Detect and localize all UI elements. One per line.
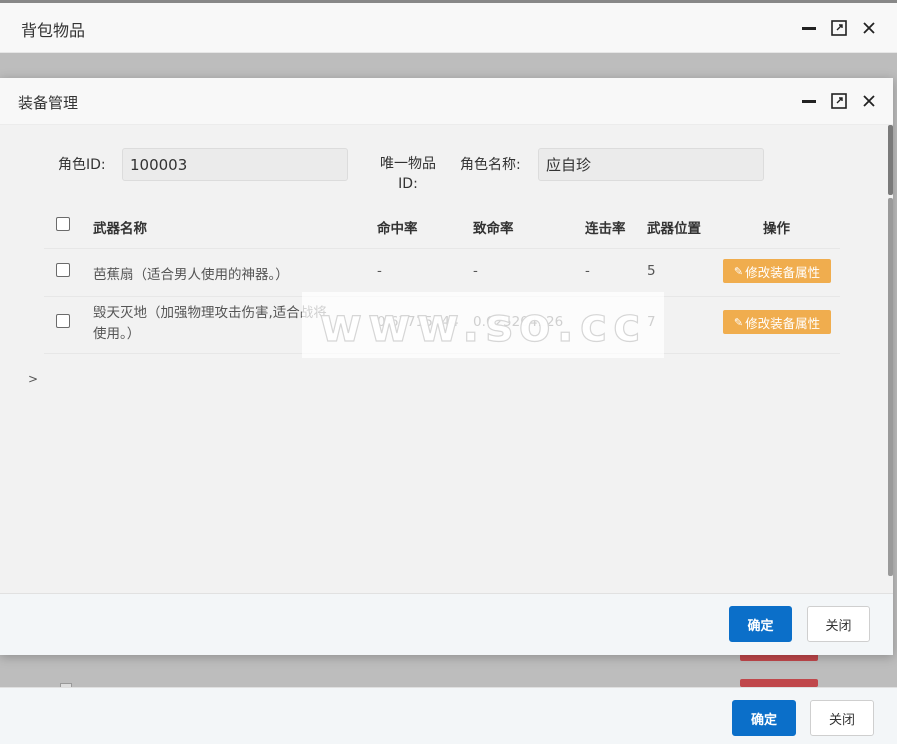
- weapon-name-line2: 使用。）: [93, 326, 141, 342]
- table-row-divider: [44, 296, 840, 297]
- combo-rate-cell: -: [585, 263, 590, 279]
- weapon-name-line1: 毁天灭地（加强物理攻击伤害,适合战将: [93, 305, 327, 321]
- column-header-weapon-name: 武器名称: [93, 221, 147, 237]
- weapon-position-cell: 7: [647, 314, 656, 330]
- equipment-dialog-titlebar: 装备管理: [0, 78, 893, 125]
- outer-confirm-button[interactable]: 确定: [732, 700, 796, 736]
- outer-delete-button-ghost: [740, 679, 818, 687]
- table-row-divider: [44, 353, 840, 354]
- role-id-field[interactable]: [122, 148, 348, 181]
- table-header-divider: [44, 248, 840, 249]
- equipment-confirm-button[interactable]: 确定: [729, 606, 792, 642]
- outer-window-controls: [787, 3, 877, 52]
- select-all-checkbox[interactable]: [56, 217, 70, 231]
- column-header-hit-rate: 命中率: [377, 221, 418, 237]
- equipment-dialog-title: 装备管理: [18, 94, 79, 112]
- weapon-position-cell: 5: [647, 263, 656, 279]
- crit-rate-cell: -: [473, 263, 478, 279]
- scrollbar-rail: [888, 198, 893, 576]
- crit-rate-cell: 0.625204126: [473, 314, 564, 330]
- outer-titlebar: 背包物品: [0, 3, 897, 53]
- equipment-dialog-footer: 确定 关闭: [0, 593, 893, 655]
- edit-equipment-button[interactable]: ✎ 修改装备属性: [723, 310, 831, 334]
- column-header-weapon-position: 武器位置: [647, 221, 701, 237]
- edit-icon: ✎: [733, 315, 744, 329]
- edit-equipment-label: 修改装备属性: [745, 264, 821, 280]
- unique-item-id-label-line1: 唯一物品: [380, 156, 436, 172]
- equipment-dialog: 装备管理 角色ID: 唯一物品 ID: 角色名称: 武器名称 命中率 致命率 连…: [0, 78, 893, 655]
- edit-equipment-button[interactable]: ✎ 修改装备属性: [723, 259, 831, 283]
- outer-close-button[interactable]: 关闭: [810, 700, 874, 736]
- column-header-combo-rate: 连击率: [585, 221, 626, 237]
- outer-window-title: 背包物品: [21, 21, 86, 40]
- close-icon[interactable]: [861, 93, 877, 109]
- row-checkbox[interactable]: [56, 263, 70, 277]
- maximize-icon[interactable]: [831, 19, 847, 36]
- role-name-field[interactable]: [538, 148, 764, 181]
- combo-rate-cell: -: [585, 314, 590, 330]
- column-header-action: 操作: [763, 221, 790, 237]
- weapon-name-cell: 芭蕉扇（适合男人使用的神器。）: [93, 267, 289, 283]
- role-name-label: 角色名称:: [460, 157, 521, 173]
- edit-icon: ✎: [733, 264, 744, 278]
- scrollbar-thumb[interactable]: [888, 125, 893, 195]
- unique-item-id-label-line2: ID:: [398, 176, 418, 192]
- equipment-dialog-controls: [787, 78, 877, 124]
- weapon-name-cell: 毁天灭地（加强物理攻击伤害,适合战将 使用。）: [93, 303, 327, 345]
- maximize-icon[interactable]: [831, 93, 847, 109]
- hit-rate-cell: 0.67715744: [377, 314, 459, 330]
- minimize-icon[interactable]: [801, 20, 817, 36]
- equipment-close-button[interactable]: 关闭: [807, 606, 870, 642]
- outer-footer: 确定 关闭: [0, 687, 897, 744]
- close-icon[interactable]: [861, 20, 877, 36]
- hit-rate-cell: -: [377, 263, 382, 279]
- column-header-crit-rate: 致命率: [473, 221, 514, 237]
- edit-equipment-label: 修改装备属性: [745, 315, 821, 331]
- minimize-icon[interactable]: [801, 93, 817, 109]
- unique-item-id-label: 唯一物品 ID:: [378, 154, 438, 194]
- role-id-label: 角色ID:: [58, 157, 106, 173]
- row-checkbox[interactable]: [56, 314, 70, 328]
- expand-toggle[interactable]: >: [28, 372, 38, 386]
